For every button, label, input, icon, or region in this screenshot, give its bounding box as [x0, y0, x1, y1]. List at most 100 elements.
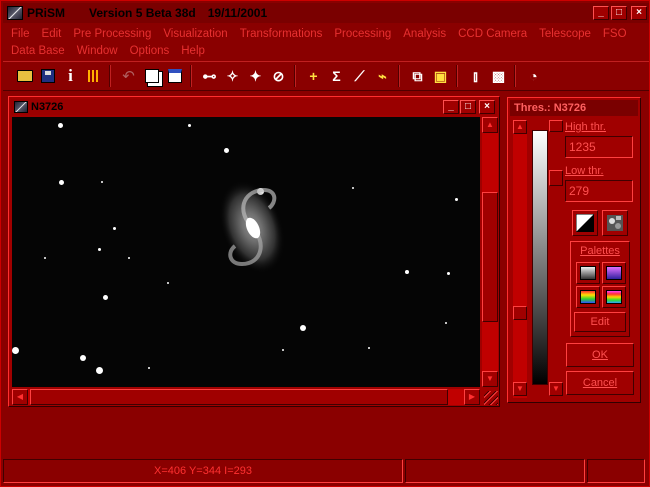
workspace-bottom [3, 408, 649, 458]
curve-icon[interactable]: ⌁ [371, 65, 394, 87]
palette-spectrum-button[interactable] [602, 286, 626, 308]
scroll-left-button[interactable]: ◀ [12, 389, 28, 405]
grid-icon[interactable] [82, 65, 105, 87]
camera-icon[interactable]: ▩ [487, 65, 510, 87]
image-window-title-bar[interactable]: N3726 _ □ × [11, 99, 497, 115]
menu-fso[interactable]: FSO [597, 28, 633, 40]
minimize-button[interactable]: _ [593, 6, 609, 20]
gradient-column: ▲ ▼ ▼ [513, 120, 563, 398]
menu-processing[interactable]: Processing [328, 28, 397, 40]
zoom-fit-icon[interactable]: ⊘ [267, 65, 290, 87]
image-horizontal-scrollbar[interactable]: ◀ ▶ [12, 389, 480, 405]
auto-threshold-button[interactable] [602, 210, 628, 236]
low-threshold-field[interactable]: 279 [565, 180, 633, 202]
palette-spectrum-swatch [606, 290, 622, 304]
menu-transformations[interactable]: Transformations [234, 28, 329, 40]
threshold-title[interactable]: Thres.: N3726 [510, 100, 638, 116]
star [352, 187, 354, 189]
toolbar-separator [109, 65, 111, 87]
menu-bar: File Edit Pre Processing Visualization T… [5, 25, 645, 59]
star [80, 355, 86, 361]
scroll-down-button[interactable]: ▼ [482, 371, 498, 387]
threshold-scroll-thumb[interactable] [513, 306, 527, 320]
threshold-scroll-up-button[interactable]: ▲ [513, 120, 527, 134]
close-button[interactable]: × [631, 6, 647, 20]
palette-gray-button[interactable] [576, 262, 600, 284]
status-panel-2 [405, 459, 585, 483]
sum-icon[interactable]: Σ [325, 65, 348, 87]
undo-icon[interactable]: ↶ [117, 65, 140, 87]
toolbar-separator [190, 65, 192, 87]
grayscale-gradient [532, 130, 548, 385]
image-minimize-button[interactable]: _ [443, 100, 459, 114]
scroll-right-button[interactable]: ▶ [464, 389, 480, 405]
horizontal-scroll-thumb[interactable] [30, 389, 448, 405]
invert-button[interactable] [572, 210, 598, 236]
info-icon[interactable]: i [59, 65, 82, 87]
menu-window[interactable]: Window [71, 45, 124, 57]
threshold-scrollbar[interactable]: ▲ ▼ [513, 120, 527, 398]
palette-edit-button[interactable]: Edit [574, 312, 626, 332]
zoom-in-icon[interactable]: ✧ [221, 65, 244, 87]
ok-button[interactable]: OK [566, 343, 634, 367]
app-name: PRiSM [27, 6, 66, 20]
clock-icon[interactable]: ◔ [522, 65, 545, 87]
star [167, 282, 169, 284]
menu-ccd-camera[interactable]: CCD Camera [452, 28, 533, 40]
palette-rainbow-swatch [580, 290, 596, 304]
graph-icon[interactable]: ⟋ [348, 65, 371, 87]
crosshair-icon[interactable]: + [302, 65, 325, 87]
vertical-scroll-thumb[interactable] [482, 192, 498, 322]
zoom-out-icon[interactable]: ✦ [244, 65, 267, 87]
gradient-slider-upper[interactable] [549, 120, 563, 132]
image-close-button[interactable]: × [479, 100, 495, 114]
blink-icon[interactable]: ⊷ [198, 65, 221, 87]
image-maximize-button[interactable]: □ [460, 100, 476, 114]
menu-file[interactable]: File [5, 28, 36, 40]
toolbar-separator [398, 65, 400, 87]
image-canvas[interactable] [12, 117, 480, 387]
menu-visualization[interactable]: Visualization [157, 28, 233, 40]
menu-options[interactable]: Options [124, 45, 176, 57]
save-icon[interactable] [36, 65, 59, 87]
gradient-scroll-down-button[interactable]: ▼ [549, 382, 563, 396]
printer-icon[interactable]: ▣ [429, 65, 452, 87]
high-threshold-field[interactable]: 1235 [565, 136, 633, 158]
status-cursor-position: X=406 Y=344 I=293 [3, 459, 403, 483]
menu-analysis[interactable]: Analysis [397, 28, 452, 40]
copy-icon[interactable] [140, 65, 163, 87]
star [455, 198, 458, 201]
star [128, 257, 130, 259]
menu-pre-processing[interactable]: Pre Processing [67, 28, 157, 40]
star [98, 248, 101, 251]
menu-help[interactable]: Help [175, 45, 211, 57]
menu-data-base[interactable]: Data Base [5, 45, 71, 57]
title-bar[interactable]: PRiSM Version 5 Beta 38d 19/11/2001 _ □ … [3, 3, 649, 23]
status-bar: X=406 Y=344 I=293 [3, 459, 649, 485]
threshold-scroll-down-button[interactable]: ▼ [513, 382, 527, 396]
star [445, 322, 447, 324]
toolbar-separator [294, 65, 296, 87]
star [58, 123, 63, 128]
star [447, 272, 450, 275]
cancel-button[interactable]: Cancel [566, 371, 634, 395]
palette-rainbow-button[interactable] [576, 286, 600, 308]
stack-icon[interactable]: ⧉ [406, 65, 429, 87]
image-vertical-scrollbar[interactable]: ▲ ▼ [482, 117, 498, 387]
gradient-slider-thumb[interactable] [549, 170, 563, 186]
threshold-panel: Thres.: N3726 ▲ ▼ ▼ High thr. 1235 Low t… [507, 97, 641, 403]
palette-purple-button[interactable] [602, 262, 626, 284]
maximize-button[interactable]: □ [611, 6, 627, 20]
paste-icon[interactable] [163, 65, 186, 87]
menu-telescope[interactable]: Telescope [533, 28, 597, 40]
menu-row-2: Data Base Window Options Help [5, 42, 645, 59]
scroll-up-button[interactable]: ▲ [482, 117, 498, 133]
image-window-controls: _ □ × [443, 100, 495, 114]
telescope-icon[interactable]: ⫾ [464, 65, 487, 87]
menu-edit[interactable]: Edit [36, 28, 68, 40]
resize-grip[interactable] [484, 391, 498, 405]
star [103, 295, 108, 300]
prism-app-window: PRiSM Version 5 Beta 38d 19/11/2001 _ □ … [0, 0, 650, 487]
low-threshold-label: Low thr. [565, 165, 604, 177]
open-icon[interactable] [13, 65, 36, 87]
